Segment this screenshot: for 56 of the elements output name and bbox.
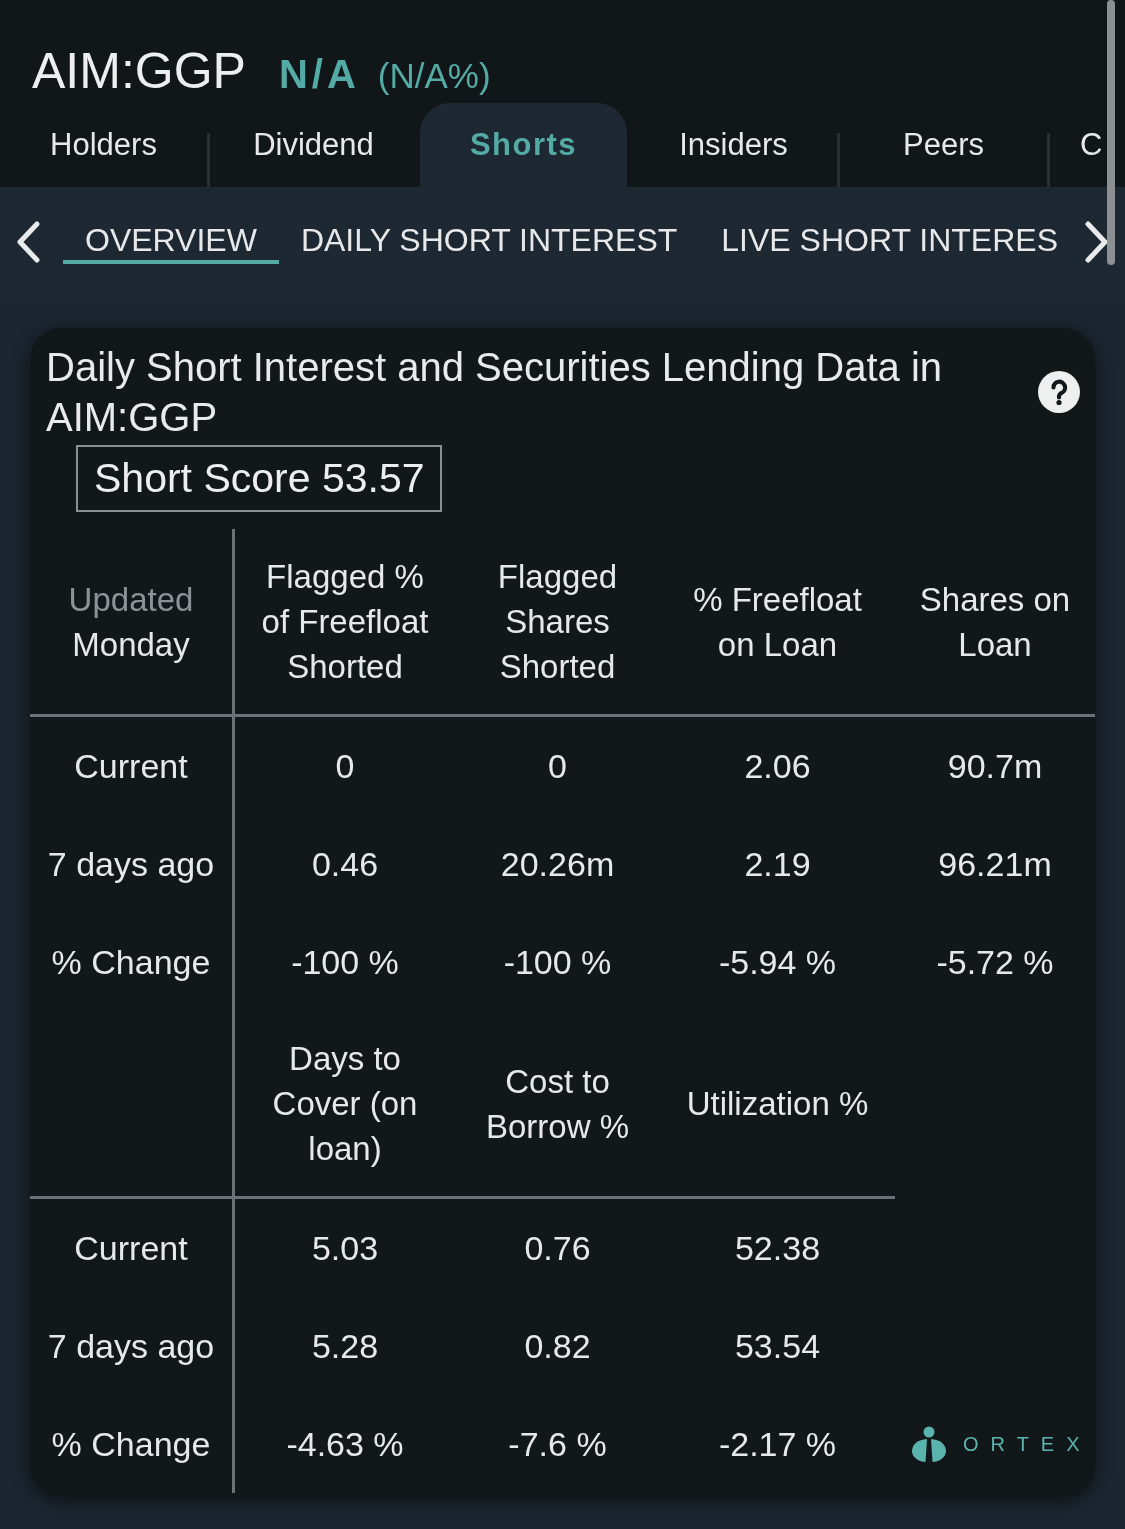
table-cell: 2.06 bbox=[744, 746, 811, 786]
card-title: Daily Short Interest and Securities Lending Data in AIM:GGP bbox=[46, 344, 944, 441]
column-header: Utilization % bbox=[686, 1084, 869, 1124]
updated-label: Updated bbox=[68, 579, 194, 620]
table-cell: 0.46 bbox=[311, 844, 379, 884]
tab[interactable]: Dividend bbox=[210, 103, 417, 187]
chevron-right-icon[interactable] bbox=[1084, 221, 1110, 263]
chevron-left-icon[interactable] bbox=[15, 221, 41, 263]
tab[interactable]: Shorts bbox=[420, 103, 627, 187]
table-cell: 5.28 bbox=[311, 1326, 379, 1366]
subtab[interactable]: LIVE SHORT INTERES bbox=[699, 220, 1080, 264]
price-change: (N/A%) bbox=[377, 58, 491, 93]
table-cell: 0 bbox=[335, 746, 355, 786]
tab[interactable]: Insiders bbox=[630, 103, 837, 187]
table-cell: 5.03 bbox=[311, 1228, 379, 1268]
column-header: % Freefloat on Loan bbox=[692, 579, 863, 665]
short-score: Short Score 53.57 bbox=[76, 445, 443, 512]
price-value: N/A bbox=[278, 54, 360, 94]
logo-icon bbox=[912, 1426, 946, 1462]
table-cell: 0.82 bbox=[524, 1326, 591, 1366]
column-header: Shares on Loan bbox=[918, 579, 1072, 665]
table-cell: 90.7m bbox=[947, 746, 1043, 786]
tab[interactable]: C bbox=[1050, 103, 1125, 187]
column-header: Flagged % of Freefloat Shorted bbox=[260, 557, 430, 687]
table-cell: -5.94 % bbox=[718, 942, 837, 982]
table-cell: -100 % bbox=[291, 942, 399, 982]
tab[interactable]: Peers bbox=[840, 103, 1047, 187]
row-label: Current bbox=[74, 1228, 188, 1268]
table-cell: 0.76 bbox=[524, 1228, 591, 1268]
table-cell: 53.54 bbox=[734, 1326, 821, 1366]
row-label: 7 days ago bbox=[47, 844, 215, 884]
subtab[interactable]: DAILY SHORT INTEREST bbox=[278, 220, 700, 264]
tab[interactable]: Holders bbox=[0, 103, 207, 187]
column-header: Flagged Shares Shorted bbox=[496, 557, 619, 687]
table-cell: -5.72 % bbox=[936, 942, 1054, 982]
help-icon[interactable] bbox=[1038, 371, 1080, 413]
row-label: 7 days ago bbox=[47, 1326, 215, 1366]
subtab[interactable]: OVERVIEW bbox=[63, 220, 279, 264]
table-cell: -100 % bbox=[503, 942, 612, 982]
scrollbar[interactable] bbox=[1107, 0, 1115, 265]
updated-day: Monday bbox=[72, 621, 190, 667]
row-label: Current bbox=[74, 746, 188, 786]
table-cell: -4.63 % bbox=[286, 1424, 404, 1464]
table-cell: 2.19 bbox=[744, 844, 811, 884]
ticker-symbol: AIM:GGP bbox=[32, 46, 246, 96]
table-cell: 0 bbox=[548, 746, 567, 786]
table-cell: 52.38 bbox=[734, 1228, 821, 1268]
brand-name: ORTEX bbox=[963, 1432, 1092, 1456]
table-cell: -7.6 % bbox=[508, 1424, 607, 1464]
table-cell: -2.17 % bbox=[718, 1424, 837, 1464]
table-cell: 20.26m bbox=[500, 844, 615, 884]
row-label: % Change bbox=[51, 942, 211, 982]
column-header: Days to Cover (on loan) bbox=[271, 1039, 419, 1169]
column-header: Cost to Borrow % bbox=[484, 1061, 630, 1147]
row-label: % Change bbox=[51, 1424, 211, 1464]
table-cell: 96.21m bbox=[938, 844, 1052, 884]
